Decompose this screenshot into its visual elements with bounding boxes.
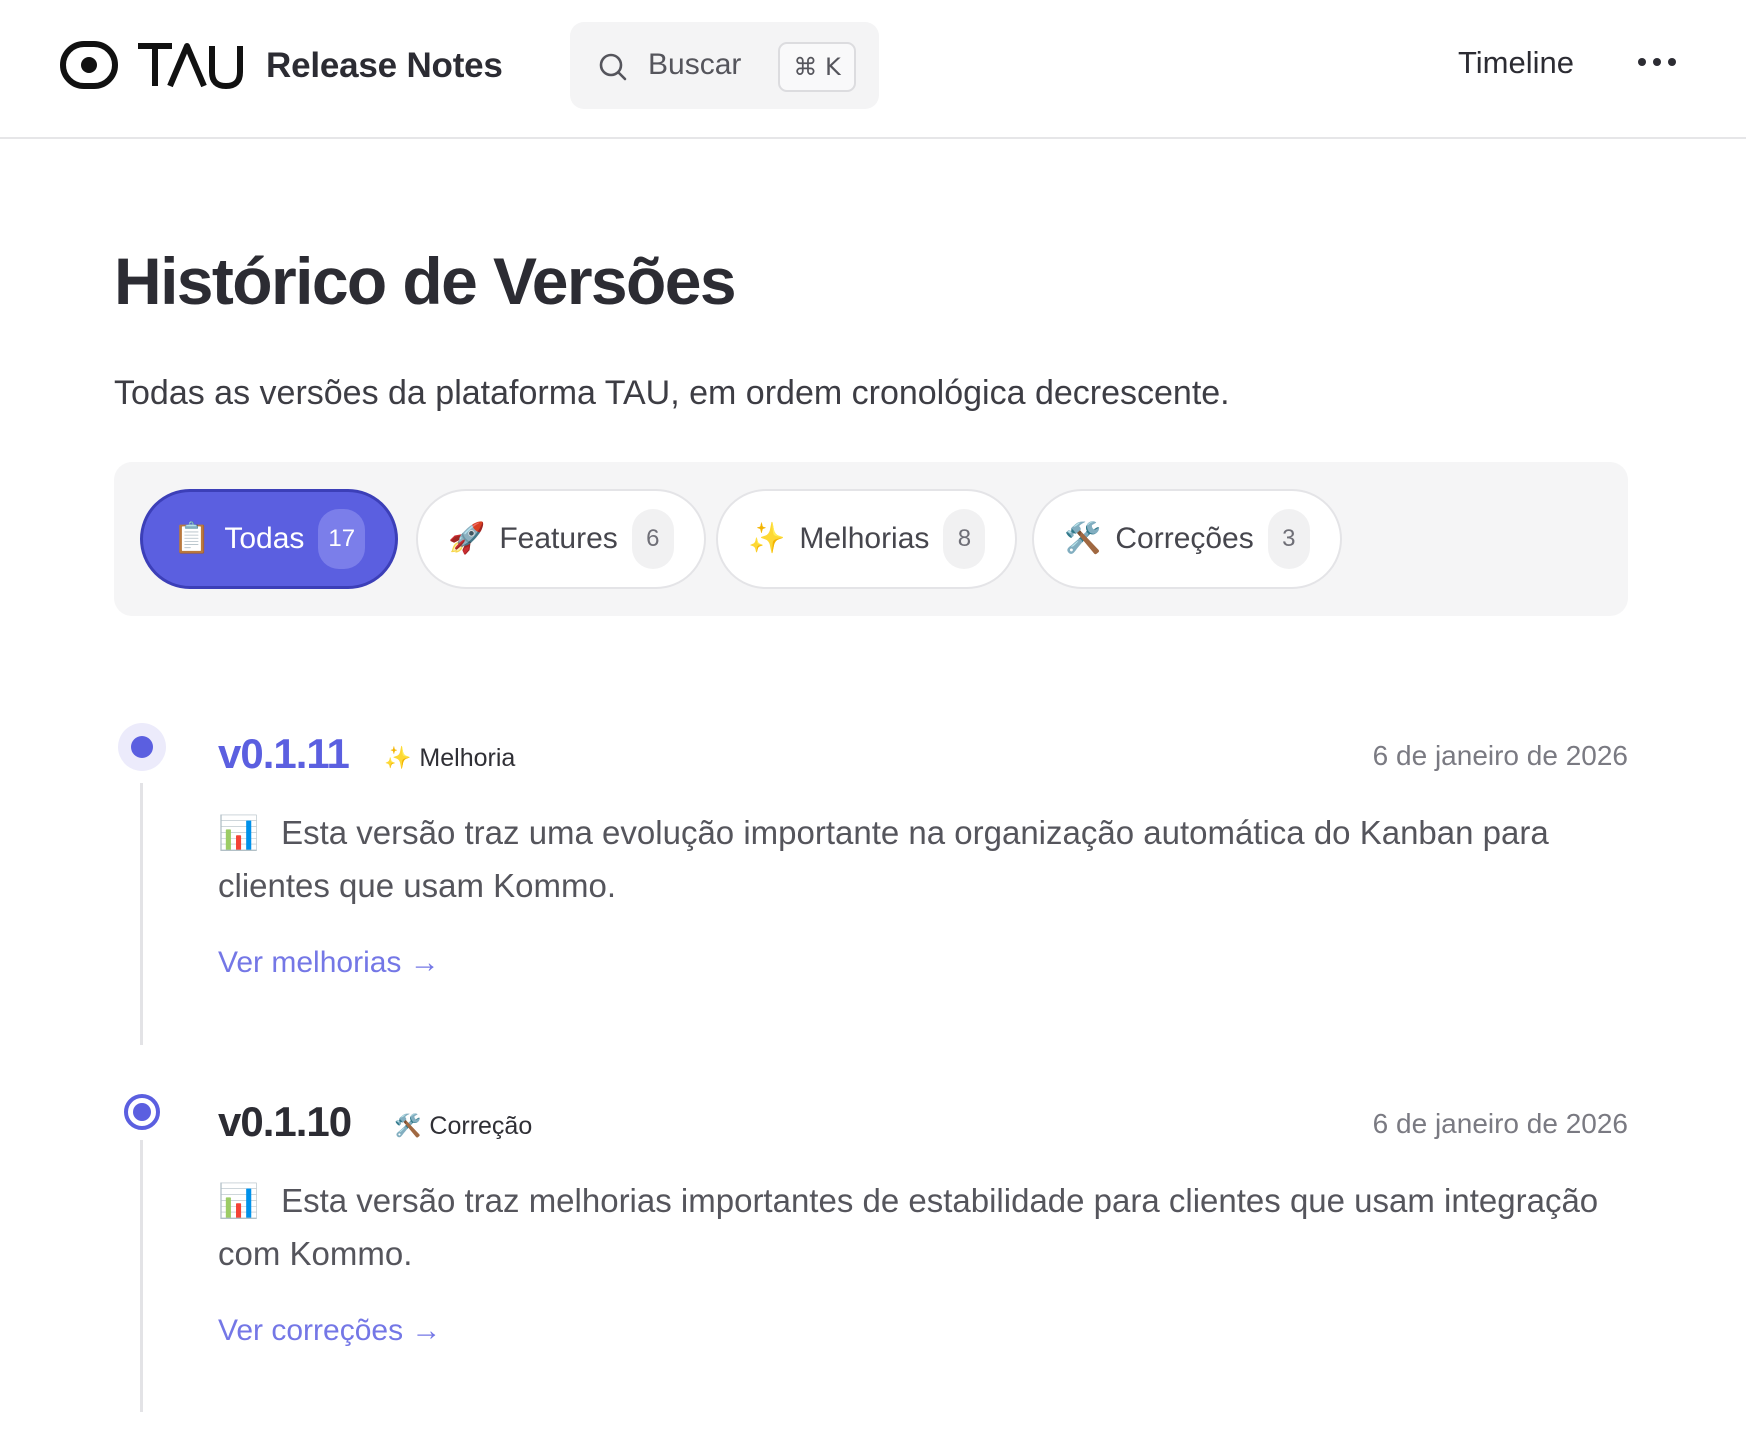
- timeline-dot-current: [118, 723, 166, 771]
- top-bar: Release Notes Buscar ⌘ K Timeline: [0, 0, 1746, 139]
- release-version[interactable]: v0.1.11: [218, 730, 350, 778]
- release-date: 6 de janeiro de 2026: [1372, 1108, 1628, 1139]
- bar-chart-icon: 📊: [218, 1181, 260, 1220]
- filter-count-badge: 3: [1267, 509, 1310, 569]
- filter-label: Correções: [1115, 522, 1254, 555]
- filter-count-badge: 6: [631, 509, 674, 569]
- rocket-icon: 🚀: [448, 521, 486, 556]
- filter-bar: 📋 Todas 17 🚀 Features 6 ✨ Melhorias 8 🛠️…: [114, 462, 1628, 616]
- brand-home-link[interactable]: Release Notes: [60, 38, 503, 94]
- clipboard-icon: 📋: [173, 521, 211, 556]
- view-fixes-link[interactable]: Ver correções →: [218, 1314, 441, 1348]
- timeline-line: [140, 1140, 143, 1412]
- filter-chip-melhorias[interactable]: ✨ Melhorias 8: [716, 489, 1018, 589]
- release-description: 📊 Esta versão traz melhorias importantes …: [218, 1174, 1628, 1280]
- release-description-text: Esta versão traz uma evolução importante…: [218, 814, 1549, 904]
- filter-count-badge: 17: [318, 509, 366, 569]
- more-options-icon[interactable]: [1638, 56, 1676, 68]
- tools-icon: 🛠️: [394, 1114, 422, 1139]
- filter-label: Features: [499, 522, 618, 555]
- page-subtitle: Todas as versões da plataforma TAU, em o…: [114, 374, 1230, 412]
- filter-chip-todas[interactable]: 📋 Todas 17: [140, 489, 399, 589]
- release-type-badge: ✨ Melhoria: [384, 744, 515, 773]
- timeline-line: [140, 783, 143, 1045]
- app-title: Release Notes: [266, 46, 503, 85]
- release-type-badge: 🛠️ Correção: [394, 1112, 532, 1141]
- release-type-label: Melhoria: [419, 744, 516, 772]
- filter-count-badge: 8: [943, 509, 986, 569]
- filter-label: Melhorias: [799, 522, 930, 555]
- sparkles-icon: ✨: [384, 746, 412, 771]
- filter-label: Todas: [224, 522, 305, 555]
- search-shortcut-badge: ⌘ K: [778, 42, 856, 92]
- sparkles-icon: ✨: [748, 521, 786, 556]
- release-version[interactable]: v0.1.10: [218, 1098, 352, 1146]
- search-icon: [599, 53, 627, 81]
- page-title: Histórico de Versões: [114, 244, 737, 318]
- search-placeholder: Buscar: [648, 48, 742, 81]
- filter-chip-correcoes[interactable]: 🛠️ Correções 3: [1032, 489, 1342, 589]
- timeline-dot: [124, 1094, 160, 1130]
- tau-logo-icon: [60, 41, 243, 90]
- filter-chip-features[interactable]: 🚀 Features 6: [416, 489, 706, 589]
- tools-icon: 🛠️: [1064, 521, 1102, 556]
- release-description-text: Esta versão traz melhorias importantes d…: [218, 1182, 1599, 1272]
- release-date: 6 de janeiro de 2026: [1372, 740, 1628, 771]
- bar-chart-icon: 📊: [218, 813, 260, 852]
- release-type-label: Correção: [429, 1112, 533, 1140]
- nav-timeline-link[interactable]: Timeline: [1458, 45, 1574, 81]
- release-description: 📊 Esta versão traz uma evolução important…: [218, 806, 1628, 912]
- search-box[interactable]: Buscar ⌘ K: [570, 22, 879, 109]
- view-improvements-link[interactable]: Ver melhorias →: [218, 946, 440, 980]
